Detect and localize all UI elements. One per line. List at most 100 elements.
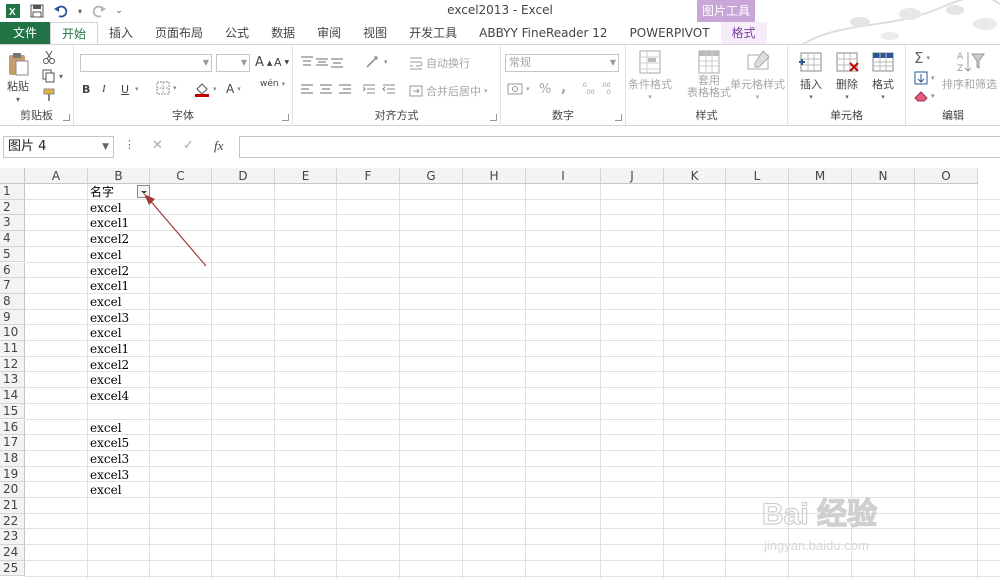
phonetic-button[interactable]: wén ▾ [260,80,285,89]
conditional-formatting-button[interactable]: 条件格式 ▾ [628,49,672,101]
sort-filter-button[interactable]: AZ 排序和筛选 [942,49,997,92]
row-header-25[interactable]: 25 [0,560,25,577]
paste-button[interactable]: 粘贴 ▾ [6,51,30,104]
tab-formulas[interactable]: 公式 [214,22,260,44]
wrap-text-button[interactable]: 自动换行 [409,55,470,71]
insert-cells-button[interactable]: 插入 ▾ [798,49,824,101]
decrease-decimal-button[interactable]: .00.0 [601,81,617,95]
row-header-20[interactable]: 20 [0,482,25,498]
tab-data[interactable]: 数据 [260,22,306,44]
cell-b7[interactable]: excel1 [89,278,151,294]
cell-b8[interactable]: excel [89,294,151,310]
font-size-combo[interactable]: ▼ [216,54,250,72]
currency-button[interactable]: ▾ [507,83,530,95]
tab-review[interactable]: 审阅 [306,22,352,44]
alignment-launcher-icon[interactable] [490,114,497,121]
cell-b15[interactable] [89,404,151,420]
row-header-16[interactable]: 16 [0,419,25,436]
formula-input[interactable] [239,136,1000,158]
tab-powerpivot[interactable]: POWERPIVOT [619,22,721,44]
name-box[interactable]: 图片 4 ▼ [3,136,114,158]
column-header-n[interactable]: N [852,168,915,184]
row-header-11[interactable]: 11 [0,341,25,357]
number-format-combo[interactable]: 常规 ▼ [505,54,619,72]
format-as-table-button[interactable]: 套用 表格格式 [687,49,731,99]
row-header-7[interactable]: 7 [0,278,25,294]
column-header-b[interactable]: B [88,168,150,184]
column-header-k[interactable]: K [664,168,726,184]
row-header-15[interactable]: 15 [0,403,25,420]
row-header-9[interactable]: 9 [0,309,25,326]
insert-function-icon[interactable]: fx [214,138,223,154]
row-header-12[interactable]: 12 [0,356,25,373]
borders-button[interactable]: ▾ [156,81,177,95]
column-header-f[interactable]: F [337,168,400,184]
column-header-d[interactable]: D [212,168,275,184]
row-header-10[interactable]: 10 [0,325,25,341]
row-header-6[interactable]: 6 [0,262,25,279]
cell-b9[interactable]: excel3 [89,310,151,326]
underline-dropdown-icon[interactable]: ▾ [135,85,139,93]
clear-button[interactable]: ▾ [914,90,935,102]
autosum-button[interactable]: Σ ▾ [914,49,930,67]
tab-abbyy[interactable]: ABBYY FineReader 12 [468,22,618,44]
row-header-19[interactable]: 19 [0,466,25,483]
delete-cells-button[interactable]: 删除 ▾ [834,49,860,101]
column-header-j[interactable]: J [601,168,664,184]
cell-b14[interactable]: excel4 [89,388,151,404]
increase-decimal-button[interactable]: .0.00 [581,81,597,95]
cut-button[interactable] [42,50,56,64]
row-header-8[interactable]: 8 [0,293,25,310]
font-launcher-icon[interactable] [282,114,289,121]
row-header-22[interactable]: 22 [0,513,25,530]
fill-color-button[interactable]: ▾ [194,81,217,97]
column-header-m[interactable]: M [789,168,852,184]
row-header-14[interactable]: 14 [0,388,25,404]
row-header-23[interactable]: 23 [0,529,25,546]
format-cells-button[interactable]: 格式 ▾ [870,49,896,101]
enter-entry-icon[interactable]: ✓ [183,138,194,153]
row-header-24[interactable]: 24 [0,545,25,561]
tab-home[interactable]: 开始 [50,22,99,44]
number-launcher-icon[interactable] [615,114,622,121]
column-header-g[interactable]: G [400,168,463,184]
cell-b18[interactable]: excel3 [89,451,151,467]
tab-page-layout[interactable]: 页面布局 [144,22,214,44]
column-header-l[interactable]: L [726,168,789,184]
cell-b16[interactable]: excel [89,420,151,436]
row-header-18[interactable]: 18 [0,450,25,467]
horizontal-align-buttons[interactable] [301,84,355,96]
formula-bar-options-icon[interactable]: ⋮ [124,138,135,151]
cancel-entry-icon[interactable]: ✕ [152,138,163,153]
select-all-corner[interactable] [0,168,25,184]
row-header-1[interactable]: 1 [0,184,25,200]
bold-button[interactable]: B [82,83,90,96]
column-header-i[interactable]: I [526,168,601,184]
font-name-combo[interactable]: ▼ [80,54,212,72]
percent-button[interactable]: % [539,82,551,97]
fill-button[interactable]: ▾ [914,71,935,85]
cell-b12[interactable]: excel2 [89,357,151,373]
row-header-21[interactable]: 21 [0,498,25,514]
cell-b20[interactable]: excel [89,482,151,498]
row-header-4[interactable]: 4 [0,231,25,247]
row-header-3[interactable]: 3 [0,215,25,232]
comma-button[interactable]: , [561,80,566,96]
shrink-font-button[interactable]: A ▼ [274,56,289,69]
tab-file[interactable]: 文件 [0,22,50,44]
row-header-5[interactable]: 5 [0,246,25,263]
row-header-13[interactable]: 13 [0,372,25,389]
tab-insert[interactable]: 插入 [98,22,144,44]
column-header-o[interactable]: O [915,168,978,184]
grow-font-button[interactable]: A ▲ [255,55,272,70]
tab-developer[interactable]: 开发工具 [398,22,468,44]
orientation-button[interactable]: ▾ [365,55,388,69]
underline-button[interactable]: U [121,83,129,96]
row-header-17[interactable]: 17 [0,435,25,451]
row-header-2[interactable]: 2 [0,199,25,216]
format-painter-button[interactable] [42,88,56,102]
tab-picture-format[interactable]: 格式 [720,22,767,44]
clipboard-launcher-icon[interactable] [63,114,70,121]
column-header-a[interactable]: A [25,168,88,184]
font-color-button[interactable]: A ▾ [226,82,241,96]
